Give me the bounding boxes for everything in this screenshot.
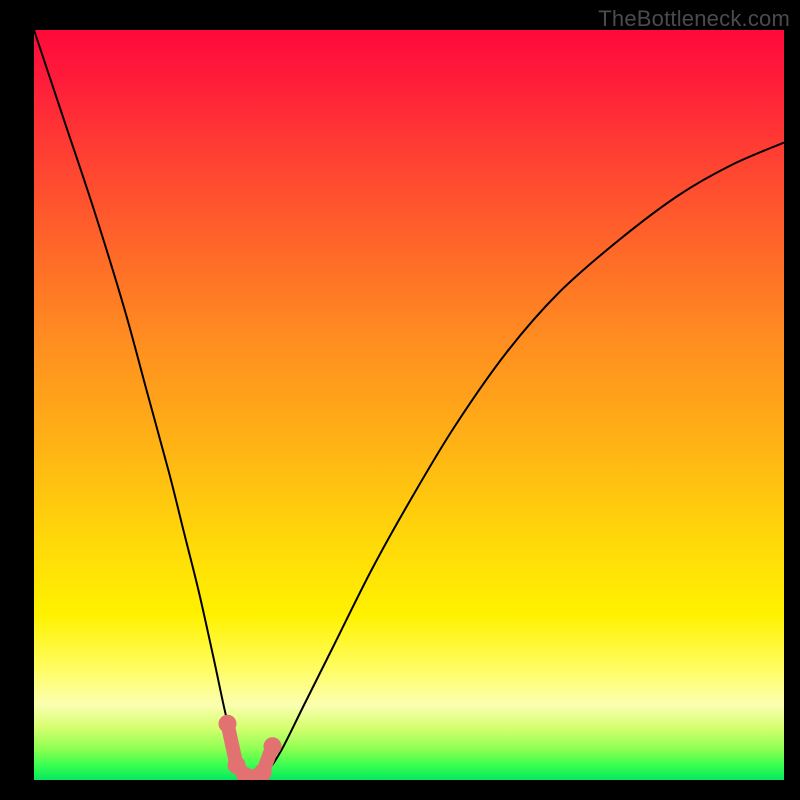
optimal-markers <box>219 715 282 780</box>
plot-area <box>34 30 784 780</box>
optimal-marker <box>264 737 282 755</box>
watermark-text: TheBottleneck.com <box>598 6 790 32</box>
bottleneck-curve <box>34 30 784 777</box>
optimal-marker <box>219 715 237 733</box>
chart-frame: TheBottleneck.com <box>0 0 800 800</box>
bottleneck-curve-svg <box>34 30 784 780</box>
